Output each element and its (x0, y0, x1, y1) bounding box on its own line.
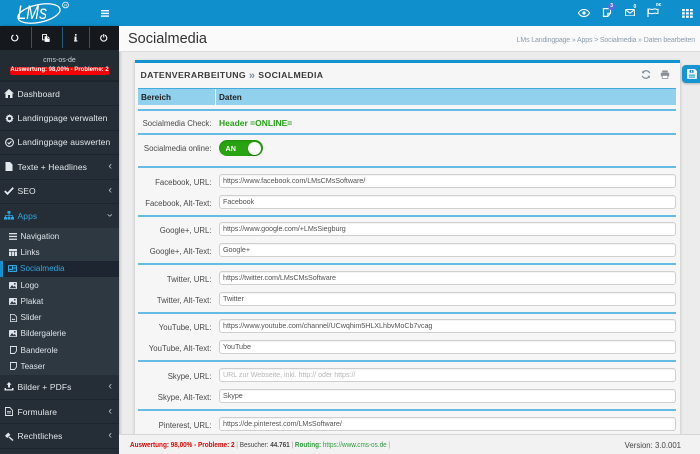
svg-text:R: R (64, 3, 67, 8)
svg-text:LMs: LMs (18, 2, 48, 24)
